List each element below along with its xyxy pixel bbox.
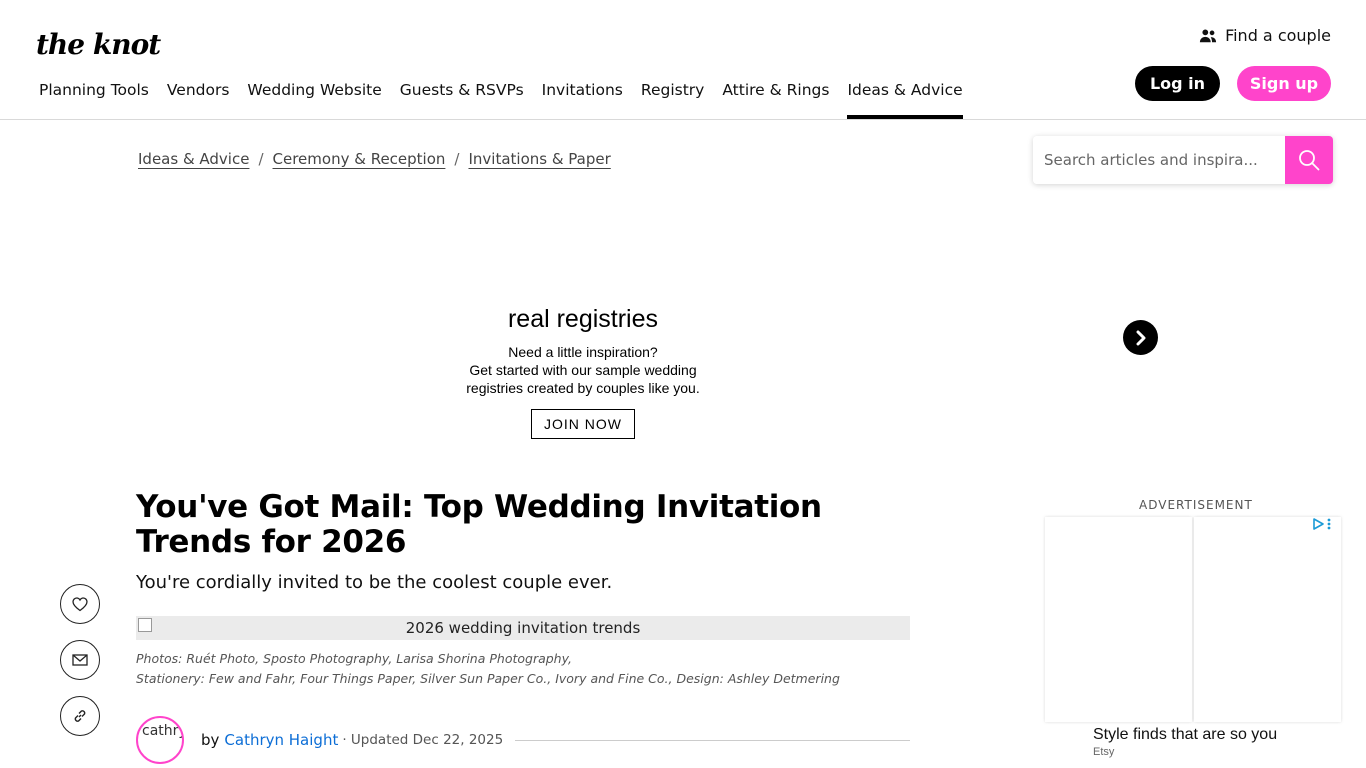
article-subtitle: You're cordially invited to be the coole… [136,572,613,593]
ad-choices-button[interactable] [1312,518,1331,530]
ad-product-card[interactable] [1194,517,1341,722]
nav-item-registry[interactable]: Registry [632,70,713,119]
nav-item-ideas-advice[interactable]: Ideas & Advice [838,70,971,119]
ad-banner-text-line: Need a little inspiration? [508,344,658,360]
updated-date: · Updated Dec 22, 2025 [342,732,504,748]
mail-icon [72,654,88,666]
find-a-couple-link[interactable]: Find a couple [1199,26,1331,45]
registry-ad-banner: real registries Need a little inspiratio… [440,304,726,439]
hero-image-alt: 2026 wedding invitation trends [405,619,641,637]
author-link[interactable]: Cathryn Haight [224,731,338,749]
photo-credits-line: Photos: Ruét Photo, Sposto Photography, … [136,651,573,666]
nav-item-planning-tools[interactable]: Planning Tools [30,70,158,119]
article-title: You've Got Mail: Top Wedding Invitation … [136,489,822,560]
hero-image: 2026 wedding invitation trends [136,616,910,640]
breadcrumb-separator: / [258,150,264,168]
nav-item-invitations[interactable]: Invitations [533,70,632,119]
search-icon [1299,150,1320,171]
byline-prefix: by [201,731,220,749]
advertisement-label: ADVERTISEMENT [1139,498,1253,512]
ad-banner-text-line: Get started with our sample wedding [469,362,697,378]
link-icon [74,710,86,722]
search-button[interactable] [1285,136,1333,184]
photo-credits: Photos: Ruét Photo, Sposto Photography, … [136,649,840,689]
ad-source: Etsy [1093,746,1115,758]
find-a-couple-label: Find a couple [1225,26,1331,45]
main-nav: Planning Tools Vendors Wedding Website G… [30,70,972,119]
breadcrumb: Ideas & Advice / Ceremony & Reception / … [138,150,611,168]
nav-item-vendors[interactable]: Vendors [158,70,239,119]
join-now-button[interactable]: JOIN NOW [531,409,635,439]
byline-divider [515,739,910,741]
site-logo[interactable]: the knot [36,30,161,60]
ad-next-button[interactable] [1123,320,1158,355]
ad-banner-text-line: registries created by couples like you. [466,380,700,396]
email-share-button[interactable] [60,640,100,680]
save-favorite-button[interactable] [60,584,100,624]
author-avatar[interactable]: cathryn [136,716,184,764]
nav-item-guests-rsvps[interactable]: Guests & RSVPs [391,70,533,119]
login-button[interactable]: Log in [1135,66,1220,101]
ad-banner-text: Need a little inspiration? Get started w… [440,343,726,397]
breadcrumb-separator: / [454,150,460,168]
header-divider [0,119,1366,120]
ad-choices-icon [1313,518,1324,530]
more-options-icon [1327,518,1331,530]
nav-item-attire-rings[interactable]: Attire & Rings [713,70,838,119]
ad-caption[interactable]: Style finds that are so you [1093,726,1277,744]
ad-product-card[interactable] [1045,517,1192,722]
signup-button[interactable]: Sign up [1237,66,1331,101]
chevron-right-icon [1136,330,1145,345]
heart-icon [72,596,88,611]
ad-banner-title: real registries [507,305,659,333]
stationery-credits-line: Stationery: Few and Fahr, Four Things Pa… [136,671,840,686]
breadcrumb-invitations-paper[interactable]: Invitations & Paper [468,150,610,168]
byline: cathryn by Cathryn Haight · Updated Dec … [136,716,910,764]
nav-item-wedding-website[interactable]: Wedding Website [238,70,390,119]
author-avatar-alt: cathryn [142,723,182,739]
breadcrumb-ceremony-reception[interactable]: Ceremony & Reception [273,150,446,168]
breadcrumb-ideas-advice[interactable]: Ideas & Advice [138,150,249,168]
broken-image-icon [138,618,152,632]
copy-link-button[interactable] [60,696,100,736]
search-input[interactable] [1033,136,1285,184]
users-icon [1199,29,1217,42]
search-box [1033,136,1333,184]
